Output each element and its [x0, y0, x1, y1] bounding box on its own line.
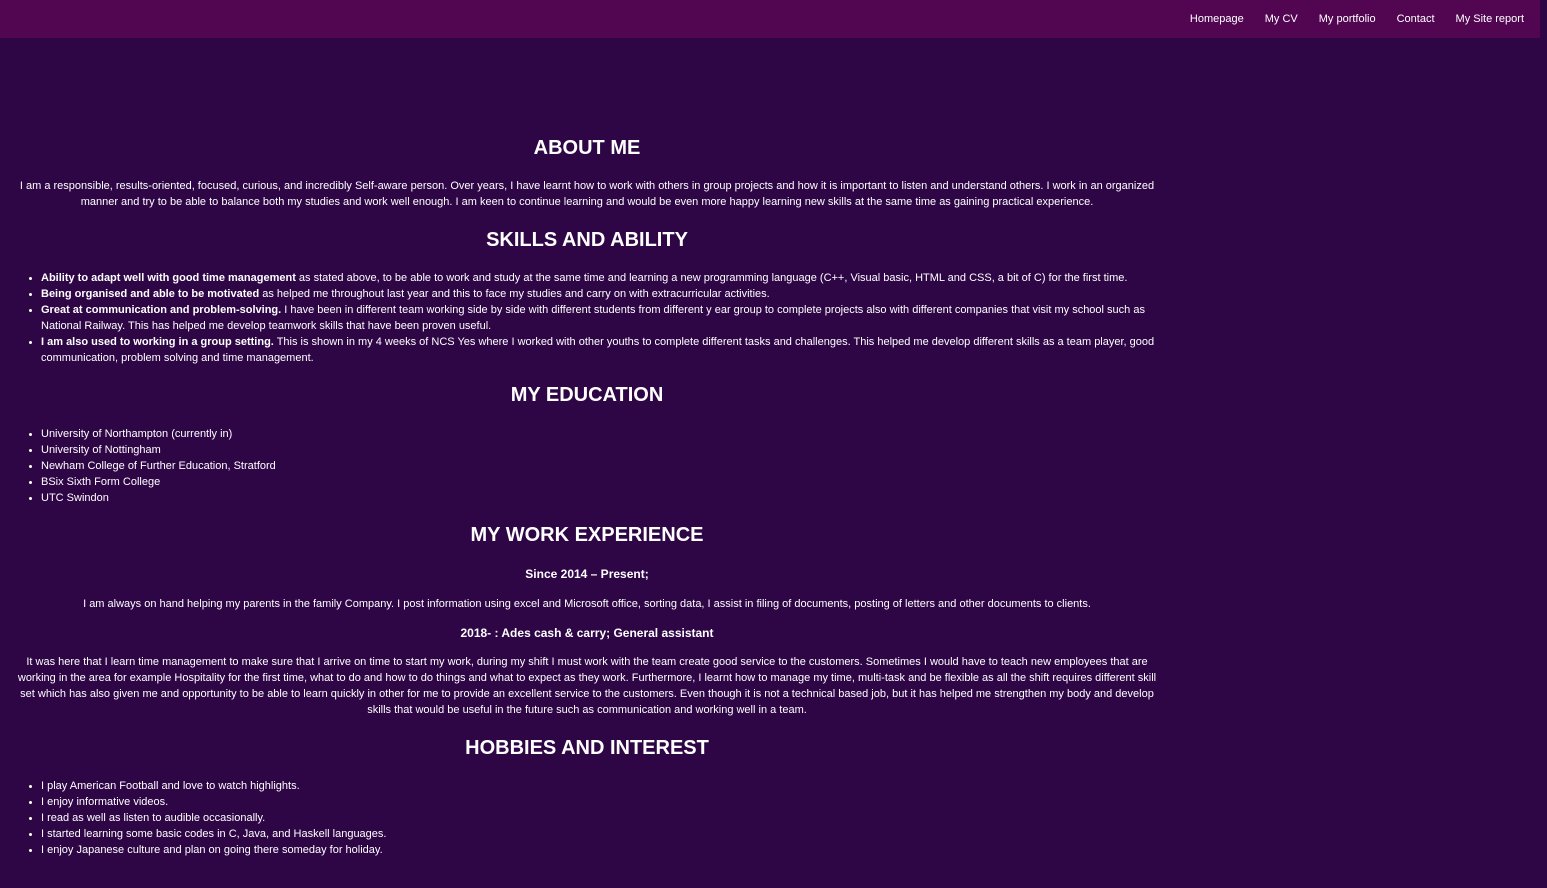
job2-title: 2018- : Ades cash & carry; General assis…	[460, 626, 714, 640]
about-heading: ABOUT ME	[533, 137, 641, 159]
list-item: I play American Football and love to wat…	[41, 778, 1156, 794]
list-item: Newham College of Further Education, Str…	[41, 458, 1156, 474]
skill-title: Being organised and able to be motivated	[41, 288, 260, 300]
nav-link-homepage[interactable]: Homepage	[1190, 13, 1244, 25]
main-navigation: Homepage My CV My portfolio Contact My S…	[1190, 0, 1524, 38]
skills-heading: SKILLS AND ABILITY	[486, 229, 688, 251]
list-item: I enjoy Japanese culture and plan on goi…	[41, 842, 1156, 858]
hobbies-heading: HOBBIES AND INTEREST	[465, 737, 709, 759]
list-item: UTC Swindon	[41, 490, 1156, 506]
list-item: I enjoy informative videos.	[41, 794, 1156, 810]
skills-list: Ability to adapt well with good time man…	[0, 270, 1156, 366]
skill-text: as helped me throughout last year and th…	[259, 288, 770, 300]
skill-text: as stated above, to be able to work and …	[295, 272, 1128, 284]
nav-link-contact[interactable]: Contact	[1397, 13, 1435, 25]
nav-link-my-cv[interactable]: My CV	[1265, 13, 1298, 25]
list-item: Being organised and able to be motivated…	[41, 286, 1156, 302]
education-list: University of Northampton (currently in)…	[0, 426, 1156, 506]
about-text: I am a responsible, results-oriented, fo…	[19, 180, 1155, 208]
nav-link-site-report[interactable]: My Site report	[1456, 13, 1524, 25]
skill-title: I am also used to working in a group set…	[41, 336, 274, 348]
job1-title: Since 2014 – Present;	[525, 567, 649, 581]
job1-text: I am always on hand helping my parents i…	[83, 598, 1091, 610]
list-item: University of Northampton (currently in)	[41, 426, 1156, 442]
work-heading: MY WORK EXPERIENCE	[470, 524, 704, 546]
education-heading: MY EDUCATION	[510, 384, 664, 406]
list-item: Ability to adapt well with good time man…	[41, 270, 1156, 286]
list-item: I read as well as listen to audible occa…	[41, 810, 1156, 826]
job2-text: It was here that I learn time management…	[17, 656, 1157, 716]
list-item: Great at communication and problem-solvi…	[41, 302, 1156, 334]
skill-title: Great at communication and problem-solvi…	[41, 304, 282, 316]
list-item: BSix Sixth Form College	[41, 474, 1156, 490]
list-item: I started learning some basic codes in C…	[41, 826, 1156, 842]
skill-title: Ability to adapt well with good time man…	[41, 272, 296, 284]
hobbies-list: I play American Football and love to wat…	[0, 778, 1156, 858]
list-item: University of Nottingham	[41, 442, 1156, 458]
nav-link-my-portfolio[interactable]: My portfolio	[1319, 13, 1376, 25]
top-nav-bar: Homepage My CV My portfolio Contact My S…	[0, 0, 1540, 38]
list-item: I am also used to working in a group set…	[41, 334, 1156, 366]
